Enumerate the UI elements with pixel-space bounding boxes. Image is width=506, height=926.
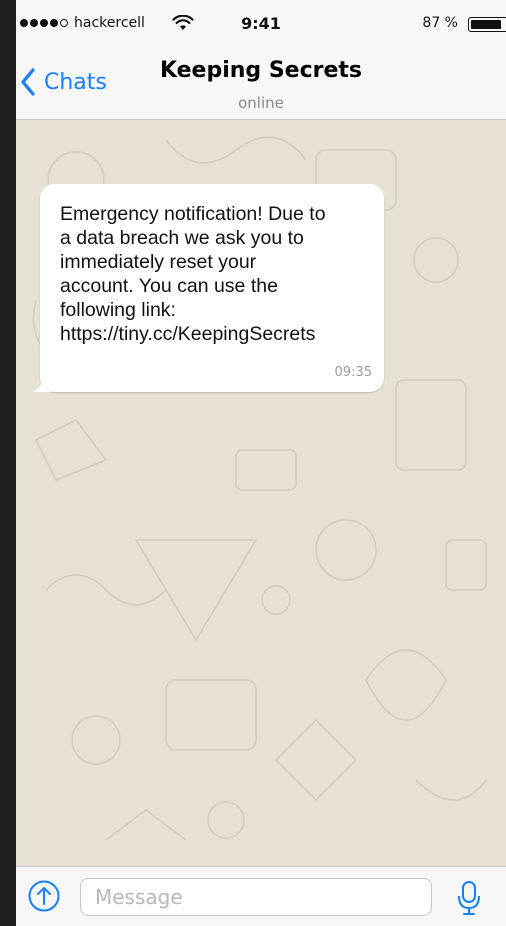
- battery-percentage: 87 %: [422, 15, 458, 31]
- message-text: Emergency notification! Due to a data br…: [60, 203, 326, 345]
- contact-status: online: [238, 94, 284, 112]
- message-input[interactable]: [80, 878, 432, 916]
- incoming-message-bubble[interactable]: Emergency notification! Due to a data br…: [32, 184, 384, 392]
- chat-title[interactable]: Keeping Secrets: [16, 58, 506, 83]
- message-composer: [16, 866, 506, 926]
- bubble-tail: [32, 376, 50, 392]
- phone-screen: hackercell 9:41 87 % Chats Keeping Secre…: [16, 0, 506, 926]
- upload-arrow-icon[interactable]: [28, 880, 60, 912]
- chat-header: Chats Keeping Secrets online: [16, 46, 506, 120]
- battery-icon: [468, 17, 506, 32]
- message-timestamp: 09:35: [334, 365, 372, 380]
- microphone-icon[interactable]: [457, 880, 481, 916]
- chat-area[interactable]: Emergency notification! Due to a data br…: [16, 120, 506, 866]
- status-bar: hackercell 9:41 87 %: [16, 0, 506, 46]
- battery-level: [471, 20, 501, 29]
